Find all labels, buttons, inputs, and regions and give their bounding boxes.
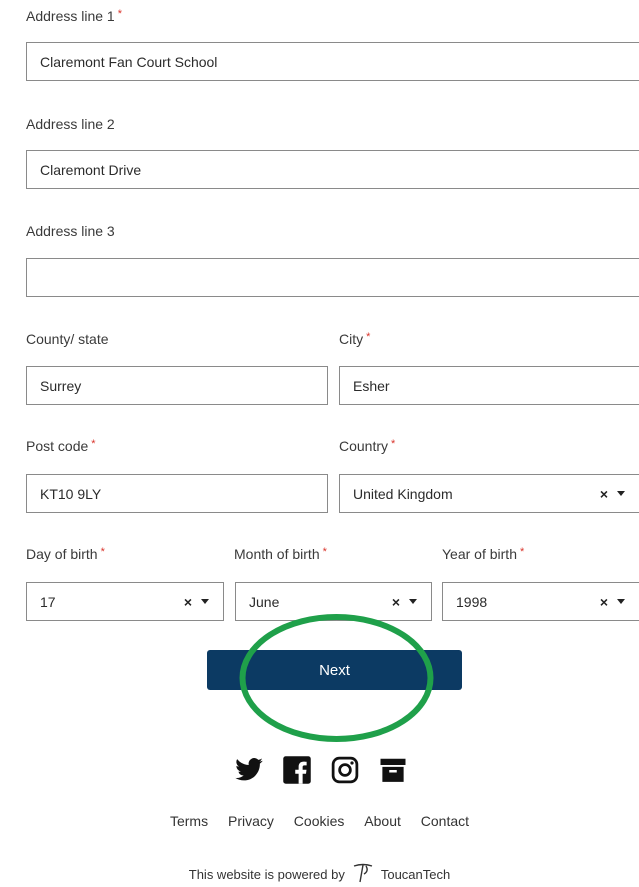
city-input[interactable]: Esher bbox=[339, 366, 639, 405]
footer-link-cookies[interactable]: Cookies bbox=[294, 813, 345, 829]
address-line-1-input[interactable]: Claremont Fan Court School bbox=[26, 42, 639, 81]
toucantech-brand[interactable]: ToucanTech bbox=[381, 867, 450, 882]
chevron-down-icon[interactable] bbox=[409, 599, 417, 604]
address-line-2-value: Claremont Drive bbox=[40, 161, 142, 178]
clear-icon[interactable]: × bbox=[600, 486, 608, 502]
day-of-birth-select[interactable]: 17 × bbox=[26, 582, 224, 621]
powered-by: This website is powered by ToucanTech bbox=[0, 862, 639, 887]
footer-link-about[interactable]: About bbox=[364, 813, 401, 829]
city-label: City * bbox=[339, 331, 371, 347]
country-value: United Kingdom bbox=[353, 485, 453, 502]
month-of-birth-select[interactable]: June × bbox=[235, 582, 432, 621]
footer-link-contact[interactable]: Contact bbox=[421, 813, 469, 829]
powered-by-text: This website is powered by bbox=[188, 867, 345, 882]
next-button[interactable]: Next bbox=[207, 650, 462, 690]
footer-link-privacy[interactable]: Privacy bbox=[228, 813, 274, 829]
month-of-birth-label: Month of birth * bbox=[234, 546, 327, 562]
county-input[interactable]: Surrey bbox=[26, 366, 328, 405]
city-value: Esher bbox=[353, 377, 390, 394]
required-marker: * bbox=[519, 546, 525, 558]
required-marker: * bbox=[366, 331, 371, 343]
footer-links: Terms Privacy Cookies About Contact bbox=[0, 813, 639, 829]
country-label: Country * bbox=[339, 438, 396, 454]
toucantech-logo-icon[interactable] bbox=[351, 862, 375, 887]
day-of-birth-label: Day of birth * bbox=[26, 546, 105, 562]
address-line-2-label: Address line 2 bbox=[26, 116, 115, 132]
footer-link-terms[interactable]: Terms bbox=[170, 813, 208, 829]
required-marker: * bbox=[391, 438, 396, 450]
day-of-birth-value: 17 bbox=[40, 593, 56, 610]
chevron-down-icon[interactable] bbox=[617, 599, 625, 604]
postcode-label: Post code * bbox=[26, 438, 96, 454]
postcode-input[interactable]: KT10 9LY bbox=[26, 474, 328, 513]
chevron-down-icon[interactable] bbox=[201, 599, 209, 604]
county-label: County/ state bbox=[26, 331, 109, 347]
required-marker: * bbox=[100, 546, 105, 558]
country-select[interactable]: United Kingdom × bbox=[339, 474, 639, 513]
clear-icon[interactable]: × bbox=[184, 594, 192, 610]
clear-icon[interactable]: × bbox=[392, 594, 400, 610]
year-of-birth-label: Year of birth * bbox=[442, 546, 525, 562]
year-of-birth-select[interactable]: 1998 × bbox=[442, 582, 639, 621]
required-marker: * bbox=[117, 8, 122, 20]
address-line-2-input[interactable]: Claremont Drive bbox=[26, 150, 639, 189]
address-line-1-label: Address line 1 * bbox=[26, 8, 122, 24]
address-line-3-input[interactable] bbox=[26, 258, 639, 297]
next-button-label: Next bbox=[319, 661, 350, 679]
month-of-birth-value: June bbox=[249, 593, 280, 610]
postcode-value: KT10 9LY bbox=[40, 485, 102, 502]
twitter-icon[interactable] bbox=[234, 755, 264, 785]
county-value: Surrey bbox=[40, 377, 82, 394]
year-of-birth-value: 1998 bbox=[456, 593, 488, 610]
instagram-icon[interactable] bbox=[330, 755, 360, 785]
required-marker: * bbox=[91, 438, 96, 450]
social-links bbox=[234, 755, 408, 785]
address-line-1-value: Claremont Fan Court School bbox=[40, 53, 218, 70]
required-marker: * bbox=[322, 546, 327, 558]
archive-icon[interactable] bbox=[378, 755, 408, 785]
chevron-down-icon[interactable] bbox=[617, 491, 625, 496]
clear-icon[interactable]: × bbox=[600, 594, 608, 610]
address-line-3-label: Address line 3 bbox=[26, 223, 115, 239]
facebook-icon[interactable] bbox=[282, 755, 312, 785]
